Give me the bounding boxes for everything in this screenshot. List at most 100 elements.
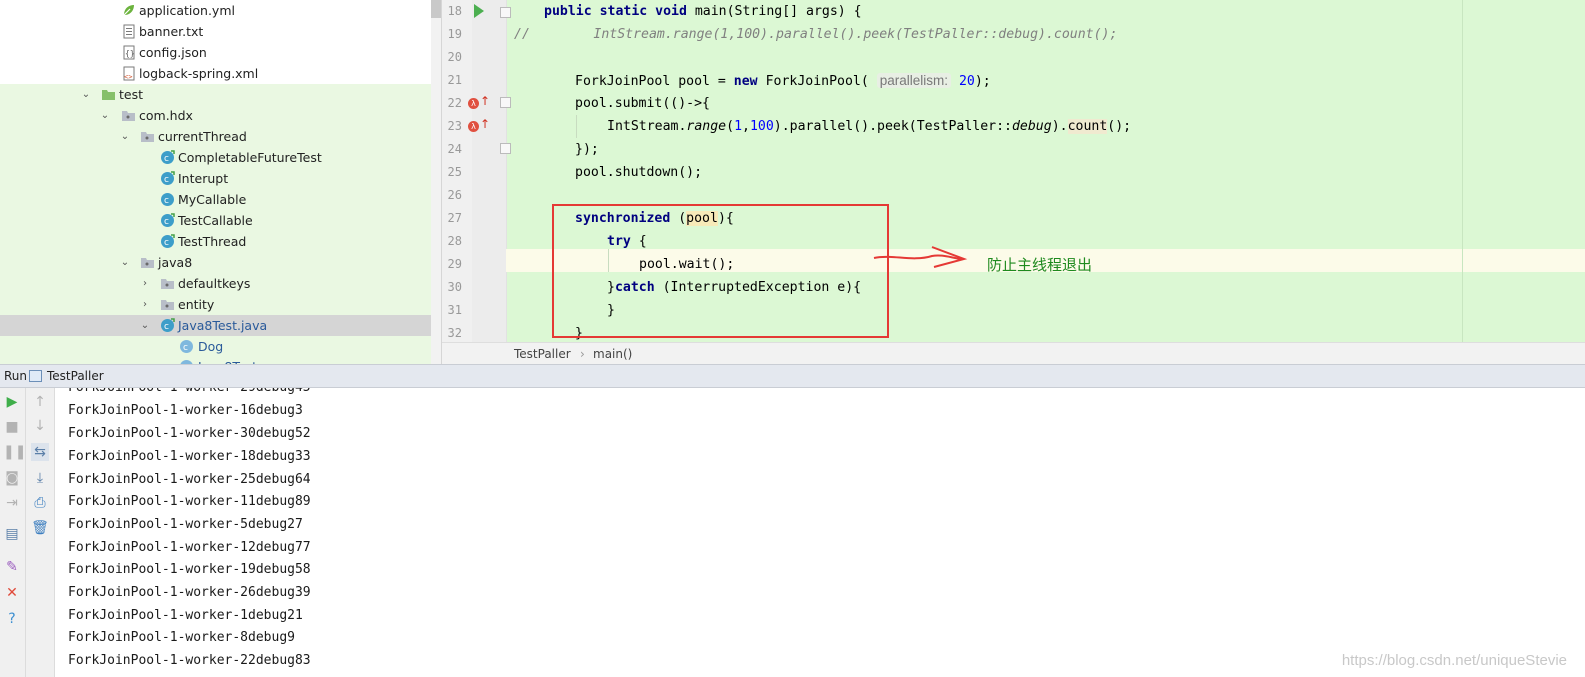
line-number: 25	[447, 165, 462, 179]
package-icon	[140, 129, 155, 144]
console-line: ForkJoinPool-1-worker-26debug39	[68, 585, 311, 600]
tree-item-banner-txt[interactable]: banner.txt	[0, 21, 431, 42]
console-line: ForkJoinPool-1-worker-29debug45	[68, 388, 311, 399]
chevron-down-icon[interactable]: ⌄	[119, 126, 131, 147]
code-token: IntStream.	[607, 119, 687, 134]
line-number: 29	[447, 257, 462, 271]
line-number: 28	[447, 234, 462, 248]
tree-item-currentthread[interactable]: ⌄ currentThread	[0, 126, 431, 147]
tree-item-mycallable[interactable]: c MyCallable	[0, 189, 431, 210]
tree-item-config-json[interactable]: {} config.json	[0, 42, 431, 63]
tree-item-testthread[interactable]: c TestThread	[0, 231, 431, 252]
chevron-right-icon[interactable]: ›	[139, 273, 151, 294]
code-token: 100	[749, 119, 774, 134]
tree-item-entity[interactable]: › entity	[0, 294, 431, 315]
line-number: 27	[447, 211, 462, 225]
line-number: 26	[447, 188, 462, 202]
tree-item-testcallable[interactable]: c TestCallable	[0, 210, 431, 231]
fold-icon[interactable]	[500, 97, 511, 108]
run-config-icon	[29, 370, 42, 382]
fold-icon[interactable]	[500, 143, 511, 154]
tree-item-defaultkeys[interactable]: › defaultkeys	[0, 273, 431, 294]
class-icon: c	[160, 150, 175, 165]
tree-item-java8test[interactable]: c Java8Test	[0, 356, 431, 364]
tree-item-test[interactable]: ⌄ test	[0, 84, 431, 105]
arrow-up-icon: ↑	[480, 117, 491, 131]
tree-item-logback-xml[interactable]: <> logback-spring.xml	[0, 63, 431, 84]
text-file-icon	[121, 24, 136, 39]
code-line-21: ForkJoinPool pool = new ForkJoinPool( pa…	[575, 69, 991, 92]
line-number: 20	[447, 50, 462, 64]
line-number: 23	[447, 119, 462, 133]
breadcrumb-method[interactable]: main()	[593, 343, 632, 365]
pause-icon[interactable]: ❚❚	[3, 443, 26, 461]
svg-text:c: c	[164, 196, 169, 206]
code-token: count	[1067, 119, 1108, 134]
arrow-up-icon[interactable]: ↑	[31, 393, 49, 411]
project-tree-panel: application.yml banner.txt {} config.jso…	[0, 0, 442, 364]
tree-item-label: config.json	[139, 45, 207, 60]
chevron-down-icon[interactable]: ⌄	[119, 252, 131, 273]
tree-scrollbar-thumb[interactable]	[431, 0, 441, 18]
code-token: debug	[1011, 119, 1052, 134]
tree-item-label: Dog	[198, 339, 224, 354]
exit-icon[interactable]: ⇥	[3, 494, 21, 512]
rerun-icon[interactable]: ▶	[3, 393, 21, 411]
fold-icon[interactable]	[500, 7, 511, 18]
soft-wrap-icon[interactable]: ⇆	[31, 443, 49, 461]
scroll-to-end-icon[interactable]: ⤓	[31, 469, 49, 487]
class-icon: c	[160, 234, 175, 249]
tree-item-interupt[interactable]: c Interupt	[0, 168, 431, 189]
code-token: (	[726, 119, 735, 134]
print-icon[interactable]: ⎙	[31, 494, 49, 512]
tree-item-java8test-java[interactable]: ⌄ c Java8Test.java	[0, 315, 431, 336]
pin-icon[interactable]: ✎	[3, 558, 21, 576]
line-number: 32	[447, 326, 462, 340]
svg-text:c: c	[164, 154, 169, 164]
run-main-icon[interactable]	[474, 4, 484, 18]
run-panel-label: Run	[4, 369, 28, 383]
code-token: 20	[958, 74, 975, 89]
console-output[interactable]: ForkJoinPool-1-worker-29debug45 ForkJoin…	[55, 388, 1585, 677]
lambda-icon[interactable]: λ	[468, 121, 479, 132]
stop-icon[interactable]: ■	[3, 418, 21, 436]
camera-icon[interactable]: ◙	[3, 469, 21, 487]
code-token: 1	[734, 119, 743, 134]
svg-text:c: c	[164, 238, 169, 248]
console-line: ForkJoinPool-1-worker-5debug27	[68, 517, 303, 532]
chevron-right-icon[interactable]: ›	[139, 294, 151, 315]
code-editor[interactable]: 18 19 20 21 22 23 24 25 26 27 28 29 30 3…	[442, 0, 1585, 342]
console-line: ForkJoinPool-1-worker-1debug21	[68, 608, 303, 623]
trash-icon[interactable]: 🗑	[31, 519, 49, 537]
tree-item-java8[interactable]: ⌄ java8	[0, 252, 431, 273]
console-line: ForkJoinPool-1-worker-30debug52	[68, 426, 311, 441]
breadcrumb-class[interactable]: TestPaller	[514, 343, 571, 365]
chevron-down-icon[interactable]: ⌄	[99, 105, 111, 126]
run-tab[interactable]: TestPaller	[47, 365, 104, 387]
tree-item-label: currentThread	[158, 129, 247, 144]
chevron-down-icon[interactable]: ⌄	[80, 84, 92, 105]
line-number: 30	[447, 280, 462, 294]
code-token: ForkJoinPool(	[757, 74, 869, 89]
close-icon[interactable]: ✕	[3, 584, 21, 602]
help-icon[interactable]: ?	[3, 610, 21, 628]
annotation-text: 防止主线程退出	[987, 256, 1093, 274]
tree-item-application-yml[interactable]: application.yml	[0, 0, 431, 21]
tree-item-label: application.yml	[139, 3, 235, 18]
arrow-down-icon[interactable]: ↓	[31, 417, 49, 435]
lambda-icon[interactable]: λ	[468, 98, 479, 109]
svg-text:{}: {}	[125, 49, 135, 58]
breadcrumb: TestPaller › main()	[442, 342, 1585, 365]
code-token: main(String[] args) {	[686, 4, 862, 19]
editor-gutter: 18 19 20 21 22 23 24 25 26 27 28 29 30 3…	[442, 0, 511, 342]
parameter-hint: parallelism:	[876, 73, 952, 88]
console-line: ForkJoinPool-1-worker-18debug33	[68, 449, 311, 464]
tree-item-dog[interactable]: c Dog	[0, 336, 431, 357]
layout-icon[interactable]: ▤	[3, 525, 21, 543]
tree-scrollbar[interactable]	[431, 0, 441, 364]
line-number: 31	[447, 303, 462, 317]
run-panel-header: Run TestPaller	[0, 364, 1585, 388]
tree-item-com-hdx[interactable]: ⌄ com.hdx	[0, 105, 431, 126]
tree-item-completablefuturetest[interactable]: c CompletableFutureTest	[0, 147, 431, 168]
chevron-down-icon[interactable]: ⌄	[139, 315, 151, 336]
